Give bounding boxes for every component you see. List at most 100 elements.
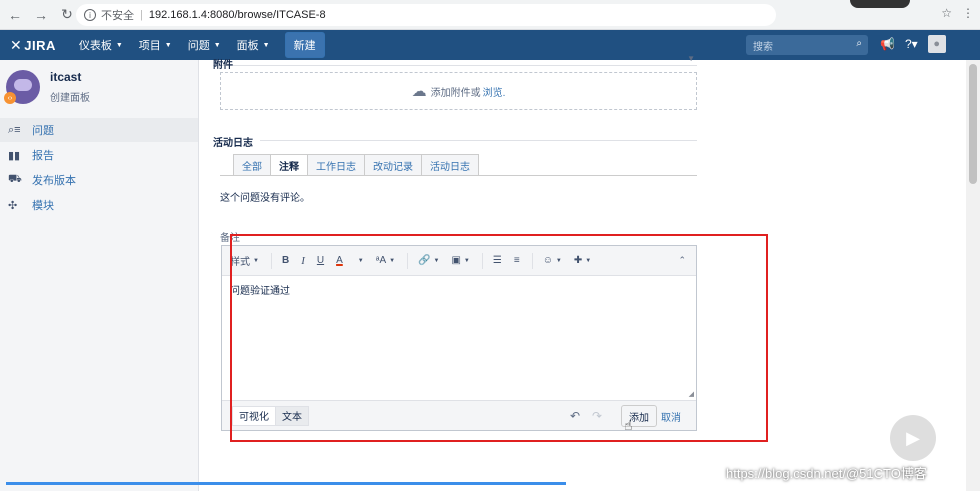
sidebar-item-issues[interactable]: ⌕≡ 问题 [0, 118, 198, 142]
sidebar-item-label: 模块 [32, 200, 54, 212]
more-format-icon[interactable]: ᵃA ▼ [376, 255, 395, 266]
toolbar-separator [270, 252, 272, 269]
issues-icon: ⌕≡ [8, 123, 21, 136]
bold-icon[interactable]: B [282, 255, 289, 266]
sidebar-item-label: 报告 [32, 150, 54, 162]
url-text: 192.168.1.4:8080/browse/ITCASE-8 [148, 9, 326, 21]
browser-actions: ☆ ⋮ [941, 6, 974, 20]
jira-logo[interactable]: ✕ JIRA [10, 37, 56, 54]
redo-icon[interactable]: ↷ [592, 409, 602, 423]
style-label: 样式 [230, 257, 250, 268]
tab-all[interactable]: 全部 [233, 154, 271, 176]
comment-editor: 样式 ▼ B I U A ▼ ᵃA ▼ 🔗 ▼ ▣ ▼ ☰ ≡ ☺ ▼ ✚ ▼ ⌃ 问题验证… [221, 245, 697, 433]
toolbar-separator [531, 252, 533, 269]
extensions-icon[interactable]: ⋮ [962, 6, 974, 20]
watermark-text: https://blog.csdn.net/@51CTO博客 [726, 466, 927, 481]
activity-divider [260, 140, 697, 141]
link-icon[interactable]: 🔗 ▼ [418, 255, 439, 266]
scrollbar-thumb[interactable] [969, 64, 977, 184]
cloud-upload-icon: ☁ [411, 83, 427, 100]
sidebar-nav: ⌕≡ 问题 ▮▮ 报告 ⛟ 发布版本 ✣ 模块 [0, 118, 198, 218]
create-button[interactable]: 新建 [284, 32, 325, 58]
star-icon[interactable]: ☆ [941, 6, 952, 20]
project-sidebar: ‹› itcast 创建面板 ⌕≡ 问题 ▮▮ 报告 ⛟ 发布版本 ✣ 模块 [0, 60, 199, 491]
tab-comments[interactable]: 注释 [271, 154, 308, 176]
chevron-down-icon: ▼ [213, 41, 221, 49]
header-icons: 📢 ?▾ ● [880, 35, 946, 53]
search-input[interactable]: 搜索 ⌕ [746, 35, 868, 55]
project-header[interactable]: ‹› itcast 创建面板 [4, 70, 90, 104]
toolbar-separator [407, 252, 409, 269]
url-separator: | [140, 9, 143, 21]
underline-icon[interactable]: U [317, 255, 324, 266]
menu-issues-label: 问题 [187, 40, 210, 52]
chevron-down-icon: ▼ [389, 257, 396, 264]
info-icon[interactable]: i [84, 9, 96, 21]
chevron-down-icon: ▼ [253, 257, 259, 264]
text-color-icon[interactable]: A [336, 255, 343, 266]
menu-projects[interactable]: 项目 ▼ [132, 30, 179, 60]
menu-projects-label: 项目 [138, 40, 161, 52]
code-badge-icon: ‹› [4, 92, 16, 104]
collapse-toolbar-icon[interactable]: ⌃ [678, 255, 686, 266]
play-icon[interactable]: ▶ [890, 415, 936, 461]
numbered-list-icon[interactable]: ≡ [514, 255, 520, 266]
chevron-down-icon: ▼ [262, 41, 270, 49]
address-bar[interactable]: i 不安全 | 192.168.1.4:8080/browse/ITCASE-8 [76, 4, 776, 26]
text-color-dropdown[interactable]: ▼ [355, 258, 364, 264]
insert-plus-icon[interactable]: ✚ ▼ [574, 255, 591, 266]
browse-link[interactable]: 浏览. [483, 84, 506, 99]
attachment-icon[interactable]: ▣ ▼ [451, 255, 469, 266]
comment-textarea[interactable]: 问题验证通过 ◢ [222, 276, 696, 400]
attachments-heading: 附件 ▼ [213, 54, 697, 71]
forward-icon[interactable]: → [30, 4, 52, 26]
tabs-divider [220, 175, 697, 176]
releases-icon: ⛟ [8, 173, 22, 185]
bullet-list-icon[interactable]: ☰ [493, 255, 502, 266]
attachment-dropzone[interactable]: ☁ 添加附件或 浏览. [220, 72, 697, 110]
chevron-down-icon: ▼ [115, 41, 123, 49]
tab-history[interactable]: 改动记录 [365, 154, 422, 176]
tab-text-mode[interactable]: 文本 [276, 405, 309, 426]
activity-tabs: 全部 注释 工作日志 改动记录 活动日志 [233, 154, 479, 176]
tab-activity[interactable]: 活动日志 [422, 154, 479, 176]
sidebar-item-label: 问题 [32, 125, 54, 137]
hand-cursor-icon: ☝ [624, 417, 633, 433]
undo-icon[interactable]: ↶ [570, 409, 580, 423]
chevron-down-icon: ▼ [555, 257, 562, 264]
sidebar-item-releases[interactable]: ⛟ 发布版本 [0, 168, 198, 192]
overlay-pill [850, 0, 910, 8]
security-label: 不安全 [101, 10, 134, 22]
reload-icon[interactable]: ↻ [56, 4, 78, 26]
resize-handle-icon[interactable]: ◢ [689, 390, 694, 398]
back-icon[interactable]: ← [4, 4, 26, 26]
reports-icon: ▮▮ [8, 149, 21, 162]
tab-visual-mode[interactable]: 可视化 [232, 405, 276, 426]
announcement-icon[interactable]: 📢 [880, 37, 895, 51]
issue-content: 附件 ▼ ☁ 添加附件或 浏览. 活动日志 全部 注释 工作日志 改动记录 活动… [200, 54, 966, 491]
toolbar-separator [481, 252, 483, 269]
chevron-down-icon: ▼ [433, 257, 440, 264]
sidebar-item-reports[interactable]: ▮▮ 报告 [0, 143, 198, 167]
editor-toolbar: 样式 ▼ B I U A ▼ ᵃA ▼ 🔗 ▼ ▣ ▼ ☰ ≡ ☺ ▼ ✚ ▼ ⌃ [222, 246, 696, 276]
comment-text: 问题验证通过 [230, 286, 290, 297]
cancel-button[interactable]: 取消 [661, 405, 681, 427]
video-progress-bar[interactable] [6, 482, 566, 485]
menu-dashboards-label: 仪表板 [78, 40, 112, 52]
jira-logo-text: JIRA [24, 37, 56, 53]
chevron-down-icon[interactable]: ▼ [687, 54, 695, 63]
comment-label: 备注 [220, 233, 240, 244]
project-subtitle: 创建面板 [50, 93, 90, 104]
user-avatar[interactable]: ● [927, 35, 946, 53]
sidebar-item-label: 发布版本 [32, 175, 76, 187]
sidebar-item-components[interactable]: ✣ 模块 [0, 193, 198, 217]
emoticon-icon[interactable]: ☺ ▼ [543, 255, 562, 266]
page-scrollbar[interactable] [966, 60, 980, 491]
tab-worklog[interactable]: 工作日志 [308, 154, 365, 176]
help-icon[interactable]: ?▾ [905, 37, 918, 51]
dropzone-text: 添加附件或 [430, 87, 481, 99]
italic-icon[interactable]: I [301, 255, 305, 267]
menu-boards-label: 面板 [236, 40, 259, 52]
menu-dashboards[interactable]: 仪表板 ▼ [72, 30, 130, 60]
style-dropdown[interactable]: 样式 ▼ [230, 253, 259, 268]
